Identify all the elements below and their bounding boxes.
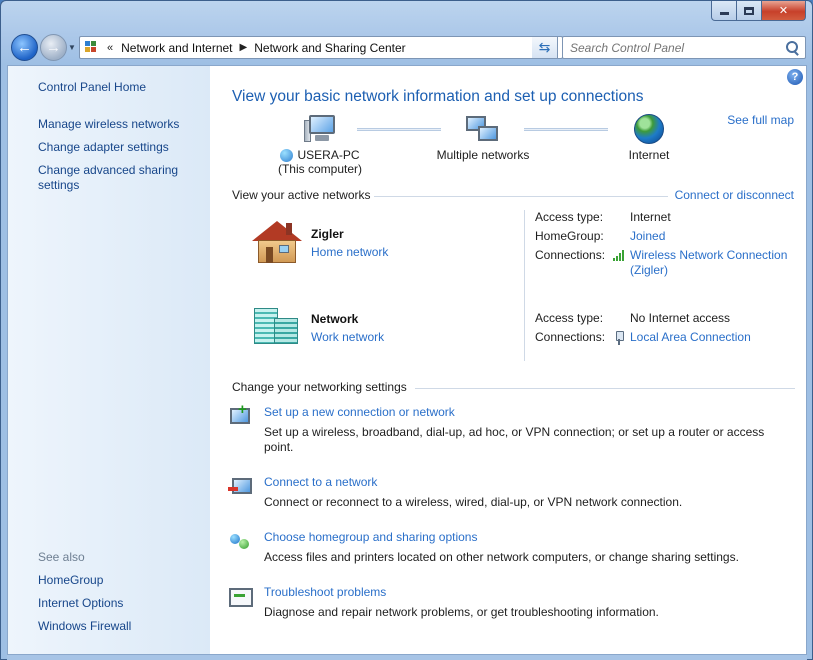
active-networks-heading: View your active networks: [232, 188, 371, 202]
divider: [374, 196, 668, 197]
sidebar-change-adapter-settings[interactable]: Change adapter settings: [38, 140, 169, 155]
close-icon: ✕: [778, 5, 789, 17]
close-button[interactable]: ✕: [762, 1, 806, 21]
window-bottom-border: [7, 655, 807, 660]
network-type-link[interactable]: Home network: [311, 245, 388, 259]
search-input[interactable]: [563, 40, 783, 55]
homegroup-label: HomeGroup:: [535, 229, 604, 243]
setup-new-connection-link[interactable]: Set up a new connection or network: [264, 405, 455, 419]
breadcrumb-network-and-sharing-center[interactable]: Network and Sharing Center: [254, 41, 405, 55]
refresh-button[interactable]: ⇆: [532, 36, 558, 59]
local-area-connection-link[interactable]: Local Area Connection: [630, 330, 751, 345]
main-panel: ? View your basic network information an…: [210, 66, 806, 654]
search-box: [562, 36, 806, 59]
new-connection-icon: [228, 401, 252, 427]
navigation-bar: ← → ▼ « Network and Internet ▶ Network a…: [9, 33, 806, 61]
globe-icon: [634, 114, 664, 144]
settings-heading: Change your networking settings: [232, 380, 407, 394]
window-controls: ✕: [711, 1, 806, 21]
homegroup-joined-link[interactable]: Joined: [630, 229, 665, 244]
network-name: Network: [311, 312, 359, 326]
address-bar[interactable]: « Network and Internet ▶ Network and Sha…: [79, 36, 563, 59]
map-multiple-networks[interactable]: Multiple networks: [428, 114, 538, 162]
maximize-button[interactable]: [737, 1, 762, 21]
computer-name: USERA-PC: [297, 148, 360, 162]
task-description: Connect or reconnect to a wireless, wire…: [264, 495, 683, 509]
forward-arrow-icon: →: [46, 39, 61, 56]
breadcrumb-network-and-internet[interactable]: Network and Internet: [121, 41, 232, 55]
map-internet[interactable]: Internet: [594, 114, 704, 162]
homegroup-sharing-options-link[interactable]: Choose homegroup and sharing options: [264, 530, 477, 544]
breadcrumb: « Network and Internet ▶ Network and Sha…: [107, 41, 406, 55]
minimize-button[interactable]: [711, 1, 737, 21]
divider: [524, 210, 525, 296]
network-name: Zigler: [311, 227, 344, 241]
see-also-internet-options[interactable]: Internet Options: [38, 596, 123, 611]
maximize-icon: [744, 6, 754, 15]
window: ✕ ← → ▼ « Network and Internet ▶ Network…: [0, 0, 813, 660]
breadcrumb-separator-icon[interactable]: ▶: [240, 42, 248, 53]
connect-to-network-link[interactable]: Connect to a network: [264, 475, 377, 489]
access-type-value: Internet: [630, 210, 671, 224]
see-also-homegroup[interactable]: HomeGroup: [38, 573, 103, 588]
homegroup-options-icon: [228, 530, 252, 552]
search-icon[interactable]: [783, 39, 801, 57]
network-type-link[interactable]: Work network: [311, 330, 384, 344]
back-arrow-icon: ←: [17, 39, 32, 56]
see-also-heading: See also: [38, 550, 85, 564]
internet-label: Internet: [628, 148, 670, 162]
computer-icon: [304, 114, 336, 144]
multiple-networks-label: Multiple networks: [436, 148, 530, 162]
wireless-connection-link[interactable]: Wireless Network Connection (Zigler): [630, 248, 800, 278]
page-title: View your basic network information and …: [232, 88, 644, 105]
content-area: Control Panel Home Manage wireless netwo…: [7, 65, 807, 655]
lan-connection-icon: [614, 331, 624, 345]
map-this-computer[interactable]: USERA-PC (This computer): [265, 114, 375, 176]
access-type-label: Access type:: [535, 311, 604, 325]
recent-pages-dropdown[interactable]: ▼: [68, 43, 76, 52]
task-description: Diagnose and repair network problems, or…: [264, 605, 659, 619]
connections-label: Connections:: [535, 330, 606, 344]
help-icon[interactable]: ?: [787, 69, 803, 85]
divider: [524, 295, 525, 361]
access-type-value: No Internet access: [630, 311, 731, 325]
sidebar-manage-wireless-networks[interactable]: Manage wireless networks: [38, 117, 179, 132]
task-description: Set up a wireless, broadband, dial-up, a…: [264, 425, 765, 454]
work-network-icon: [252, 306, 302, 346]
sidebar-control-panel-home[interactable]: Control Panel Home: [38, 80, 146, 95]
minimize-icon: [719, 12, 729, 15]
back-button[interactable]: ←: [11, 34, 38, 61]
wireless-signal-icon: [613, 249, 627, 261]
troubleshoot-icon: [228, 585, 253, 607]
breadcrumb-overflow[interactable]: «: [107, 42, 113, 54]
connect-network-icon: [228, 475, 252, 497]
connect-or-disconnect-link[interactable]: Connect or disconnect: [675, 188, 794, 202]
sidebar: Control Panel Home Manage wireless netwo…: [8, 66, 210, 654]
access-type-label: Access type:: [535, 210, 604, 224]
control-panel-icon: [85, 40, 101, 55]
multiple-networks-icon: [466, 114, 500, 144]
refresh-icon: ⇆: [538, 39, 551, 55]
computer-sub: (This computer): [277, 162, 363, 176]
task-description: Access files and printers located on oth…: [264, 550, 739, 564]
forward-button[interactable]: →: [40, 34, 67, 61]
see-also-windows-firewall[interactable]: Windows Firewall: [38, 619, 131, 634]
connections-label: Connections:: [535, 248, 606, 262]
sidebar-change-advanced-sharing-settings[interactable]: Change advanced sharing settings: [38, 163, 188, 193]
divider: [415, 388, 795, 389]
troubleshoot-problems-link[interactable]: Troubleshoot problems: [264, 585, 386, 599]
see-full-map-link[interactable]: See full map: [727, 113, 794, 127]
homegroup-icon: [280, 148, 294, 162]
home-network-icon: [252, 221, 302, 265]
